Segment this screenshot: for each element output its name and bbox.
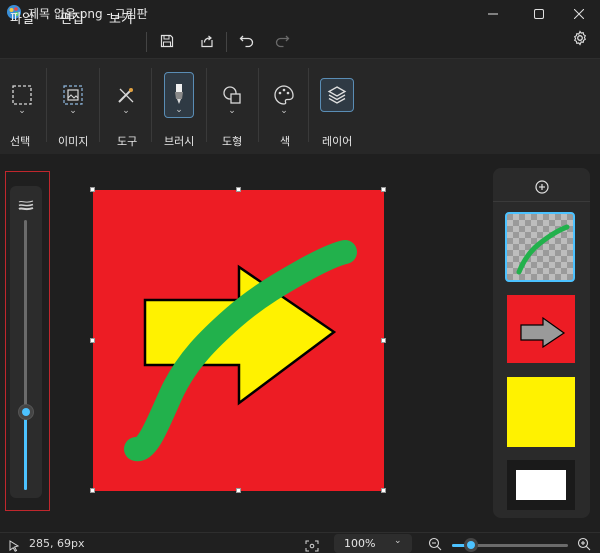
chevron-down-icon: ⌄ bbox=[228, 106, 236, 116]
canvas-resize-handle[interactable] bbox=[90, 187, 95, 192]
fit-to-window-icon bbox=[305, 540, 319, 552]
tool-label-color: 색 bbox=[280, 135, 291, 148]
zoom-value: 100% bbox=[344, 537, 376, 550]
tool-group-selection[interactable]: ⌄ 선택 bbox=[0, 58, 46, 154]
fit-to-window-button[interactable] bbox=[305, 537, 319, 553]
menu-file[interactable]: 파일 bbox=[10, 8, 34, 27]
share-button[interactable] bbox=[193, 29, 221, 55]
chevron-down-icon: ⌄ bbox=[394, 536, 402, 546]
toolbar-divider bbox=[99, 68, 100, 142]
redo-icon bbox=[274, 33, 290, 52]
save-icon bbox=[160, 33, 174, 52]
chevron-down-icon: ⌄ bbox=[122, 106, 130, 116]
chevron-down-icon: ⌄ bbox=[69, 106, 77, 116]
tool-label-tools: 도구 bbox=[117, 135, 138, 148]
tool-group-layers[interactable]: 레이어 bbox=[312, 58, 366, 154]
tool-group-tools[interactable]: ⌄ 도구 bbox=[103, 58, 149, 154]
redo-button[interactable] bbox=[268, 29, 296, 55]
menu-bar bbox=[0, 26, 600, 58]
toolbar-divider bbox=[151, 68, 152, 142]
layer-thumbnail-arrow[interactable] bbox=[507, 295, 575, 363]
minimize-icon bbox=[488, 4, 498, 23]
zoom-in-icon bbox=[577, 537, 591, 551]
layer-thumbnail-white-fill bbox=[516, 470, 566, 500]
menu-divider bbox=[226, 32, 227, 52]
status-bar bbox=[0, 532, 600, 553]
settings-icon bbox=[572, 30, 588, 50]
brush-size-slider-fill bbox=[24, 412, 27, 490]
canvas-resize-handle[interactable] bbox=[90, 488, 95, 493]
cursor-position-icon bbox=[8, 537, 20, 553]
close-icon bbox=[573, 4, 585, 23]
undo-button[interactable] bbox=[233, 29, 261, 55]
tool-group-image[interactable]: ⌄ 이미지 bbox=[50, 58, 98, 154]
close-button[interactable] bbox=[558, 0, 600, 26]
drawing-canvas[interactable] bbox=[93, 190, 384, 491]
layers-divider bbox=[493, 201, 590, 202]
canvas-resize-handle[interactable] bbox=[381, 187, 386, 192]
tool-label-layers: 레이어 bbox=[322, 135, 353, 148]
minimize-button[interactable] bbox=[470, 0, 516, 26]
canvas-resize-handle[interactable] bbox=[90, 338, 95, 343]
add-layer-button[interactable] bbox=[532, 178, 552, 198]
canvas-resize-handle[interactable] bbox=[236, 187, 241, 192]
maximize-button[interactable] bbox=[516, 0, 562, 26]
canvas-resize-handle[interactable] bbox=[381, 338, 386, 343]
layers-icon bbox=[320, 78, 354, 112]
zoom-out-icon bbox=[428, 537, 442, 551]
toolbar-divider bbox=[258, 68, 259, 142]
chevron-down-icon: ⌄ bbox=[18, 106, 26, 116]
menu-view[interactable]: 보기 bbox=[109, 8, 133, 27]
tool-label-selection: 선택 bbox=[10, 135, 31, 148]
menu-edit[interactable]: 편집 bbox=[60, 8, 84, 27]
tool-label-image: 이미지 bbox=[58, 135, 89, 148]
tool-group-brush[interactable]: ⌄ 브러시 bbox=[156, 58, 204, 154]
zoom-out-button[interactable] bbox=[428, 536, 442, 553]
chevron-down-icon: ⌄ bbox=[175, 105, 183, 115]
zoom-slider-thumb-dot bbox=[467, 541, 475, 549]
layer-thumbnail-yellow[interactable] bbox=[507, 377, 575, 447]
tool-group-color[interactable]: ⌄ 색 bbox=[262, 58, 306, 154]
settings-button[interactable] bbox=[566, 27, 594, 53]
tool-label-shapes: 도형 bbox=[222, 135, 243, 148]
zoom-in-button[interactable] bbox=[577, 536, 591, 553]
add-layer-icon bbox=[535, 179, 549, 198]
tool-label-brush: 브러시 bbox=[164, 135, 195, 148]
maximize-icon bbox=[534, 4, 544, 23]
canvas-resize-handle[interactable] bbox=[236, 488, 241, 493]
layer-thumbnail-stroke[interactable] bbox=[505, 212, 575, 282]
undo-icon bbox=[239, 33, 255, 52]
toolbar-divider bbox=[46, 68, 47, 142]
share-icon bbox=[200, 33, 214, 52]
toolbar-divider bbox=[206, 68, 207, 142]
canvas-resize-handle[interactable] bbox=[381, 488, 386, 493]
toolbar-divider bbox=[308, 68, 309, 142]
tool-group-shapes[interactable]: ⌄ 도형 bbox=[210, 58, 256, 154]
cursor-position-text: 285, 69px bbox=[29, 537, 85, 550]
menu-divider bbox=[146, 32, 147, 52]
save-button[interactable] bbox=[153, 29, 181, 55]
chevron-down-icon: ⌄ bbox=[280, 106, 288, 116]
brush-size-icon bbox=[18, 196, 34, 215]
brush-size-slider-thumb-dot bbox=[22, 408, 30, 416]
